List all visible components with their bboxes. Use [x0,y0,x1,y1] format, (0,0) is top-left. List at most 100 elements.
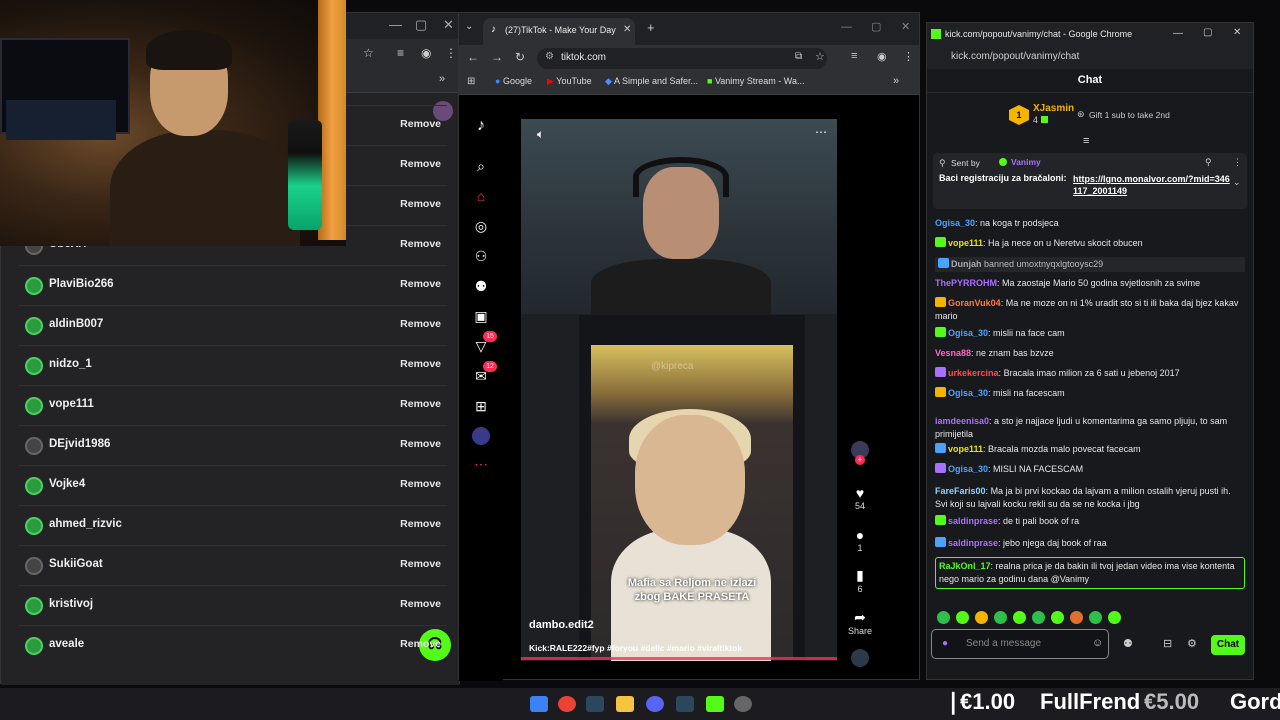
chat-username[interactable]: urkekercina [948,368,999,378]
remove-button[interactable]: Remove [400,478,441,490]
chrome-icon[interactable] [558,696,576,712]
star-icon[interactable]: ☆ [815,50,825,63]
close-button[interactable]: ✕ [443,17,454,33]
close-button[interactable]: ✕ [901,20,910,33]
apps-icon[interactable]: ⊞ [467,76,475,87]
emote-icon[interactable] [1108,611,1121,624]
tab-search-icon[interactable]: ⌄ [465,21,473,32]
save-action[interactable]: ▮ 6 [843,567,877,594]
folder-icon[interactable] [616,696,634,712]
close-tab-icon[interactable]: ✕ [623,24,631,35]
chat-username[interactable]: RaJkOnl_17 [939,561,991,571]
emote-icon[interactable] [937,611,950,624]
chat-username[interactable]: saldinprase [948,516,998,526]
remove-button[interactable]: Remove [400,358,441,370]
menu-icon[interactable]: ⋮ [903,50,914,63]
chat-username[interactable]: Dunjah [951,259,982,269]
username[interactable]: kristivoj [49,598,93,610]
share-action[interactable]: ➦ Share [843,609,877,636]
tiktok-logo-icon[interactable]: ♪ [472,117,490,135]
emote-icon[interactable] [1070,611,1083,624]
forward-icon[interactable]: → [491,50,503,64]
send-chat-button[interactable]: Chat [1211,635,1245,655]
remove-button[interactable]: Remove [400,158,441,170]
emote-icon[interactable] [1032,611,1045,624]
comment-action[interactable]: ● 1 [843,527,877,553]
points-icon[interactable]: ⚉ [1123,637,1133,650]
remove-button[interactable]: Remove [400,398,441,410]
chat-username[interactable]: GoranVuk04 [948,298,1001,308]
back-icon[interactable]: ← [467,50,479,64]
unpin-icon[interactable]: ⚲ [1205,157,1212,168]
emote-icon[interactable] [994,611,1007,624]
remove-button[interactable]: Remove [400,598,441,610]
filter-icon[interactable]: ≡ [1083,135,1089,147]
bookmark-icon[interactable]: ▮ [843,567,877,584]
like-action[interactable]: ♥ 54 [843,485,877,511]
reload-icon[interactable]: ↻ [515,50,525,64]
chat-username[interactable]: vope111 [948,444,983,454]
bookmark-simple[interactable]: ◆ A Simple and Safer... [605,76,698,87]
chat-username[interactable]: iamdeenisa0 [935,416,989,426]
chevron-right-icon[interactable]: » [439,73,445,85]
discord-icon[interactable] [646,696,664,712]
new-tab-icon[interactable]: + [647,20,655,35]
steam-icon[interactable] [586,696,604,712]
message-placeholder[interactable]: Send a message [966,638,1041,649]
emote-icon[interactable] [1013,611,1026,624]
username[interactable]: ahmed_rizvic [49,518,122,530]
live-icon[interactable]: ▣ [472,307,490,325]
username[interactable]: aldinB007 [49,318,103,330]
chat-username[interactable]: Ogisa_30 [948,388,988,398]
bookmark-vanimy[interactable]: ■ Vanimy Stream - Wa... [707,76,804,86]
emote-icon[interactable] [1051,611,1064,624]
tab-tiktok[interactable]: ♪ (27)TikTok - Make Your Day ✕ [483,18,635,45]
close-button[interactable]: ✕ [1233,27,1241,38]
chat-username[interactable]: ThePYRROHM [935,278,997,288]
minimize-button[interactable]: — [389,17,402,32]
remove-button[interactable]: Remove [400,238,441,250]
chat-username[interactable]: FareFaris00 [935,486,986,496]
steam-icon[interactable] [676,696,694,712]
volume-icon[interactable]: 🔈︎ [537,127,544,142]
playlist-icon[interactable]: ≡ [397,46,404,60]
remove-button[interactable]: Remove [400,518,441,530]
maximize-button[interactable]: ▢ [871,20,881,33]
settings-icon[interactable] [734,696,752,712]
app-icon[interactable] [706,696,724,712]
remove-button[interactable]: Remove [400,558,441,570]
username[interactable]: aveale [49,638,84,650]
remove-button[interactable]: Remove [400,118,441,130]
profile-avatar[interactable] [472,427,490,445]
username[interactable]: PlaviBio266 [49,278,114,290]
playlist-icon[interactable]: ≡ [851,50,857,62]
video-player[interactable]: @kipreca Mafia sa Reljom ne izlazi zbog … [521,119,837,661]
search-icon[interactable]: ⌕ [472,157,490,175]
more-options-icon[interactable]: ⋯ [815,125,827,139]
video-author[interactable]: dambo.edit2 [529,619,594,631]
address-bar[interactable]: ⚙ tiktok.com ⧉ ☆ [537,48,827,69]
maximize-button[interactable]: ▢ [415,17,427,33]
chat-input[interactable]: ● Send a message ☺ [931,629,1109,659]
heart-icon[interactable]: ♥ [843,485,877,501]
star-icon[interactable]: ☆ [363,46,374,60]
pinned-link[interactable]: https://lgno.monalvor.com/?mid=346117_20… [1073,173,1233,197]
remove-button[interactable]: Remove [400,198,441,210]
comment-icon[interactable]: ● [843,527,877,543]
emoji-icon[interactable]: ☺ [1092,637,1103,649]
profile-icon[interactable]: ◉ [877,50,887,63]
minimize-button[interactable]: — [1173,28,1183,39]
remove-button[interactable]: Remove [400,438,441,450]
more-icon[interactable]: ⋯ [472,455,490,473]
chat-username[interactable]: saldinprase [948,538,998,548]
username[interactable]: DEjvid1986 [49,438,110,450]
remove-button[interactable]: Remove [400,638,441,650]
explore-icon[interactable]: ◎ [472,217,490,235]
following-icon[interactable]: ⚇ [472,247,490,265]
install-icon[interactable]: ⧉ [795,51,802,62]
chat-username[interactable]: Ogisa_30 [948,328,988,338]
emote-icon[interactable] [956,611,969,624]
chevron-down-icon[interactable]: ⌄ [1233,177,1241,188]
gift-top-user[interactable]: XJasmin [1033,103,1074,114]
username[interactable]: vope111 [49,398,94,410]
